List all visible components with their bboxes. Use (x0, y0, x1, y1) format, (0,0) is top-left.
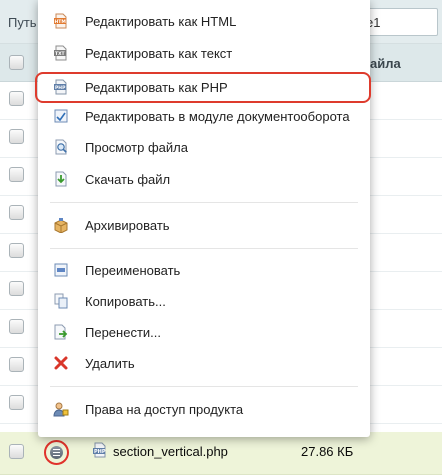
svg-text:HTM: HTM (55, 19, 67, 25)
menu-item-copy[interactable]: Копировать... (38, 286, 370, 316)
menu-item-download[interactable]: Скачать файл (38, 164, 370, 194)
column-header-name[interactable]: айла (370, 56, 401, 71)
menu-item-move[interactable]: Перенести... (38, 317, 370, 347)
table-row-selected[interactable]: PHP section_vertical.php 27.86 КБ (0, 432, 442, 475)
context-menu: HTM Редактировать как HTML TXT Редактиро… (38, 0, 370, 437)
row-checkbox[interactable] (9, 444, 24, 459)
menu-item-view-file[interactable]: Просмотр файла (38, 132, 370, 162)
hamburger-icon (50, 446, 63, 459)
menu-item-edit-html[interactable]: HTM Редактировать как HTML (38, 6, 370, 36)
svg-text:TXT: TXT (55, 51, 66, 57)
row-checkbox[interactable] (9, 281, 24, 296)
php-file-icon: PHP (93, 442, 106, 458)
row-checkbox[interactable] (9, 129, 24, 144)
row-checkbox[interactable] (9, 91, 24, 106)
menu-item-delete[interactable]: Удалить (38, 348, 370, 378)
menu-item-label: Права на доступ продукта (85, 402, 244, 417)
svg-text:PHP: PHP (94, 449, 106, 455)
highlight-outline (35, 72, 371, 103)
workflow-edit-icon (54, 109, 68, 123)
menu-item-access-rights[interactable]: Права на доступ продукта (38, 394, 370, 424)
move-icon (54, 324, 68, 340)
html-file-icon: HTM (54, 13, 67, 29)
row-checkbox[interactable] (9, 319, 24, 334)
menu-item-edit-text[interactable]: TXT Редактировать как текст (38, 38, 370, 68)
row-checkbox[interactable] (9, 243, 24, 258)
menu-item-label: Редактировать как HTML (85, 14, 237, 29)
menu-item-rename[interactable]: Переименовать (38, 255, 370, 285)
path-label: Путь (8, 15, 37, 30)
row-checkbox[interactable] (9, 395, 24, 410)
menu-separator (50, 202, 358, 203)
row-actions-menu-button[interactable] (44, 440, 69, 465)
menu-item-label: Просмотр файла (85, 140, 188, 155)
row-checkbox[interactable] (9, 357, 24, 372)
menu-item-label: Редактировать как текст (85, 46, 233, 61)
txt-file-icon: TXT (54, 45, 67, 61)
file-size: 27.86 КБ (301, 444, 354, 459)
menu-separator (50, 248, 358, 249)
delete-icon (54, 356, 68, 370)
menu-item-label: Переименовать (85, 263, 181, 278)
download-icon (55, 171, 67, 187)
row-checkbox[interactable] (9, 167, 24, 182)
menu-item-label: Архивировать (85, 218, 170, 233)
menu-item-label: Перенести... (85, 325, 161, 340)
archive-icon (54, 218, 68, 233)
view-file-icon (55, 139, 67, 155)
copy-icon (54, 293, 68, 309)
menu-item-label: Скачать файл (85, 172, 171, 187)
select-all-checkbox[interactable] (9, 55, 24, 70)
row-checkbox[interactable] (9, 205, 24, 220)
menu-item-edit-workflow[interactable]: Редактировать в модуле документооборота (38, 101, 370, 131)
menu-item-label: Редактировать в модуле документооборота (85, 109, 350, 124)
menu-item-label: Копировать... (85, 294, 166, 309)
menu-separator (50, 386, 358, 387)
rename-icon (54, 263, 68, 277)
file-name[interactable]: section_vertical.php (113, 444, 228, 459)
menu-item-label: Удалить (85, 356, 135, 371)
access-rights-icon (53, 402, 69, 417)
menu-item-archive[interactable]: Архивировать (38, 210, 370, 240)
